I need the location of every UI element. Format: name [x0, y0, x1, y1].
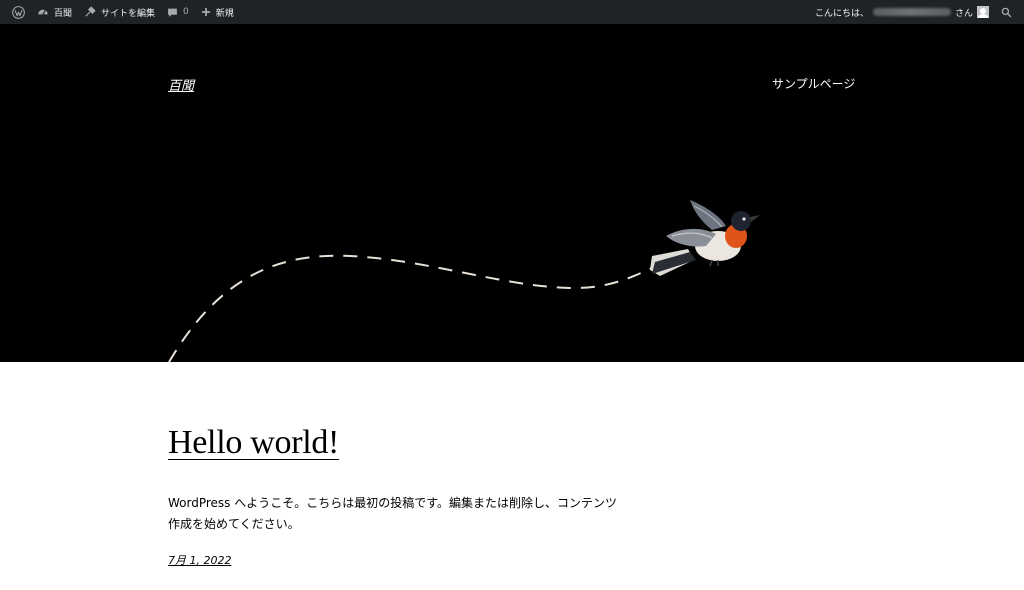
admin-bar-left: 百聞 サイトを編集 0 新規: [6, 0, 240, 24]
wordpress-icon: [12, 5, 25, 19]
search-icon: [1001, 7, 1012, 17]
header-illustration: [168, 200, 760, 362]
comments-button[interactable]: 0: [161, 0, 195, 24]
greeting-suffix: さん: [954, 8, 973, 19]
edit-site-button[interactable]: サイトを編集: [78, 0, 161, 24]
post-excerpt: WordPress へようこそ。こちらは最初の投稿です。編集または削除し、コンテ…: [168, 496, 618, 531]
plus-icon: [201, 8, 210, 16]
post-date-link[interactable]: 7月 1, 2022: [168, 552, 231, 568]
comment-icon: [168, 8, 177, 17]
admin-bar-right: こんにちは、 さん: [809, 0, 1018, 24]
post-title-link[interactable]: Hello world!: [168, 424, 339, 462]
my-account-menu[interactable]: こんにちは、 さん: [809, 0, 995, 24]
site-title-link[interactable]: 百聞: [168, 75, 194, 94]
search-button[interactable]: [995, 0, 1018, 24]
edit-site-icon: [85, 6, 96, 17]
wordpress-logo-button[interactable]: [6, 0, 31, 24]
greeting-text: こんにちは、: [814, 8, 869, 19]
site-header: 百聞 サンプルページ: [0, 24, 1024, 362]
edit-site-label: サイトを編集: [101, 8, 156, 19]
comments-count: 0: [183, 7, 189, 17]
site-name-menu[interactable]: 百聞: [31, 0, 78, 24]
avatar: [977, 6, 989, 18]
new-content-button[interactable]: 新規: [195, 0, 240, 24]
admin-bar: 百聞 サイトを編集 0 新規 こんにちは、 さん: [0, 0, 1024, 24]
bird-illustration: [650, 200, 760, 276]
site-name-label: 百聞: [54, 8, 73, 19]
dashboard-icon: [38, 9, 48, 15]
flight-path: [168, 254, 661, 362]
nav-item-sample-page[interactable]: サンプルページ: [772, 75, 855, 92]
blurred-username: [872, 8, 951, 16]
new-content-label: 新規: [215, 8, 234, 19]
